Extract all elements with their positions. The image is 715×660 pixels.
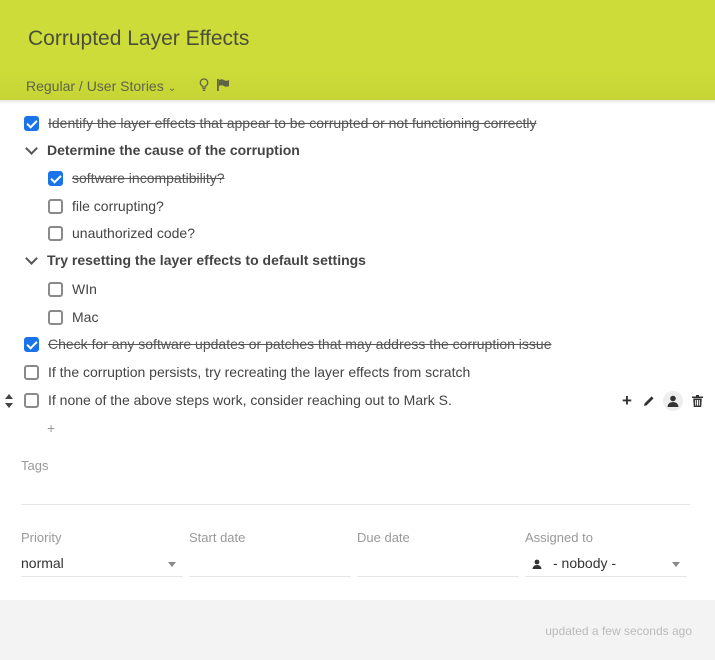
row-actions: + <box>619 390 705 412</box>
board-path: Regular / User Stories <box>26 78 164 94</box>
checkbox[interactable] <box>48 310 63 325</box>
updated-timestamp: updated a few seconds ago <box>545 624 692 638</box>
item-text[interactable]: file corrupting? <box>72 198 164 214</box>
checklist-group[interactable]: Try resetting the layer effects to defau… <box>0 249 715 275</box>
checklist-item[interactable]: Check for any software updates or patche… <box>0 332 715 358</box>
tags-label: Tags <box>21 458 49 473</box>
dropdown-arrow-icon <box>672 562 680 567</box>
checklist-item[interactable]: If the corruption persists, try recreati… <box>0 360 715 386</box>
card-title[interactable]: Corrupted Layer Effects <box>28 27 249 51</box>
checklist-item[interactable]: Identify the layer effects that appear t… <box>0 111 715 137</box>
flag-icon[interactable] <box>217 79 230 91</box>
checkbox[interactable] <box>48 171 63 186</box>
item-text[interactable]: If the corruption persists, try recreati… <box>48 364 470 380</box>
card-header: Corrupted Layer Effects Regular / User S… <box>0 0 715 100</box>
dropdown-arrow-icon <box>168 562 176 567</box>
user-icon <box>532 559 542 569</box>
header-shadow <box>0 100 715 104</box>
checklist-item[interactable]: WIn <box>0 277 715 303</box>
item-text[interactable]: software incompatibility? <box>72 170 225 186</box>
start-date-label: Start date <box>189 530 246 545</box>
priority-label: Priority <box>21 530 62 545</box>
group-title[interactable]: Try resetting the layer effects to defau… <box>47 252 366 268</box>
item-text[interactable]: unauthorized code? <box>72 225 195 241</box>
assign-user-icon[interactable] <box>663 391 683 411</box>
item-text[interactable]: Mac <box>72 309 98 325</box>
checkbox[interactable] <box>24 116 39 131</box>
checklist-group[interactable]: Determine the cause of the corruption <box>0 139 715 165</box>
assigned-to-field: Assigned to - nobody - <box>525 530 687 577</box>
priority-field: Priority normal <box>21 530 183 577</box>
checkbox[interactable] <box>48 226 63 241</box>
checklist-item[interactable]: file corrupting? <box>0 194 715 220</box>
trash-icon[interactable] <box>689 393 705 409</box>
tags-input[interactable] <box>21 504 690 505</box>
checkbox[interactable] <box>24 337 39 352</box>
item-text[interactable]: WIn <box>72 281 97 297</box>
card-footer: updated a few seconds ago <box>0 600 715 660</box>
add-subtask-button[interactable]: + <box>47 420 55 436</box>
group-title[interactable]: Determine the cause of the corruption <box>47 142 300 158</box>
chevron-down-icon[interactable] <box>25 142 38 155</box>
assigned-to-select[interactable]: - nobody - <box>525 548 687 577</box>
assigned-to-label: Assigned to <box>525 530 593 545</box>
drag-handle-icon[interactable] <box>4 393 14 409</box>
checklist-item[interactable]: If none of the above steps work, conside… <box>0 388 715 414</box>
priority-value: normal <box>21 555 64 571</box>
edit-icon[interactable] <box>641 393 657 409</box>
chevron-down-icon: ⌄ <box>167 83 177 94</box>
add-icon[interactable]: + <box>619 391 635 410</box>
start-date-field: Start date <box>189 530 351 577</box>
priority-select[interactable]: normal <box>21 548 183 577</box>
checklist-item[interactable]: Mac <box>0 305 715 331</box>
checkbox[interactable] <box>48 282 63 297</box>
checklist-item[interactable]: unauthorized code? <box>0 221 715 247</box>
item-text[interactable]: Identify the layer effects that appear t… <box>48 115 536 131</box>
due-date-field: Due date <box>357 530 519 577</box>
header-subbar: Regular / User Stories ⌄ <box>0 70 715 100</box>
checkbox[interactable] <box>24 365 39 380</box>
board-selector[interactable]: Regular / User Stories ⌄ <box>26 78 176 94</box>
checklist-item[interactable]: software incompatibility? <box>0 166 715 192</box>
due-date-input[interactable] <box>357 548 519 577</box>
start-date-input[interactable] <box>189 548 351 577</box>
chevron-down-icon[interactable] <box>25 252 38 265</box>
item-text[interactable]: Check for any software updates or patche… <box>48 336 552 352</box>
checkbox[interactable] <box>24 393 39 408</box>
assigned-to-value: - nobody - <box>553 555 617 571</box>
due-date-label: Due date <box>357 530 410 545</box>
checkbox[interactable] <box>48 199 63 214</box>
lightbulb-icon[interactable] <box>199 78 209 92</box>
item-text[interactable]: If none of the above steps work, conside… <box>48 392 452 408</box>
